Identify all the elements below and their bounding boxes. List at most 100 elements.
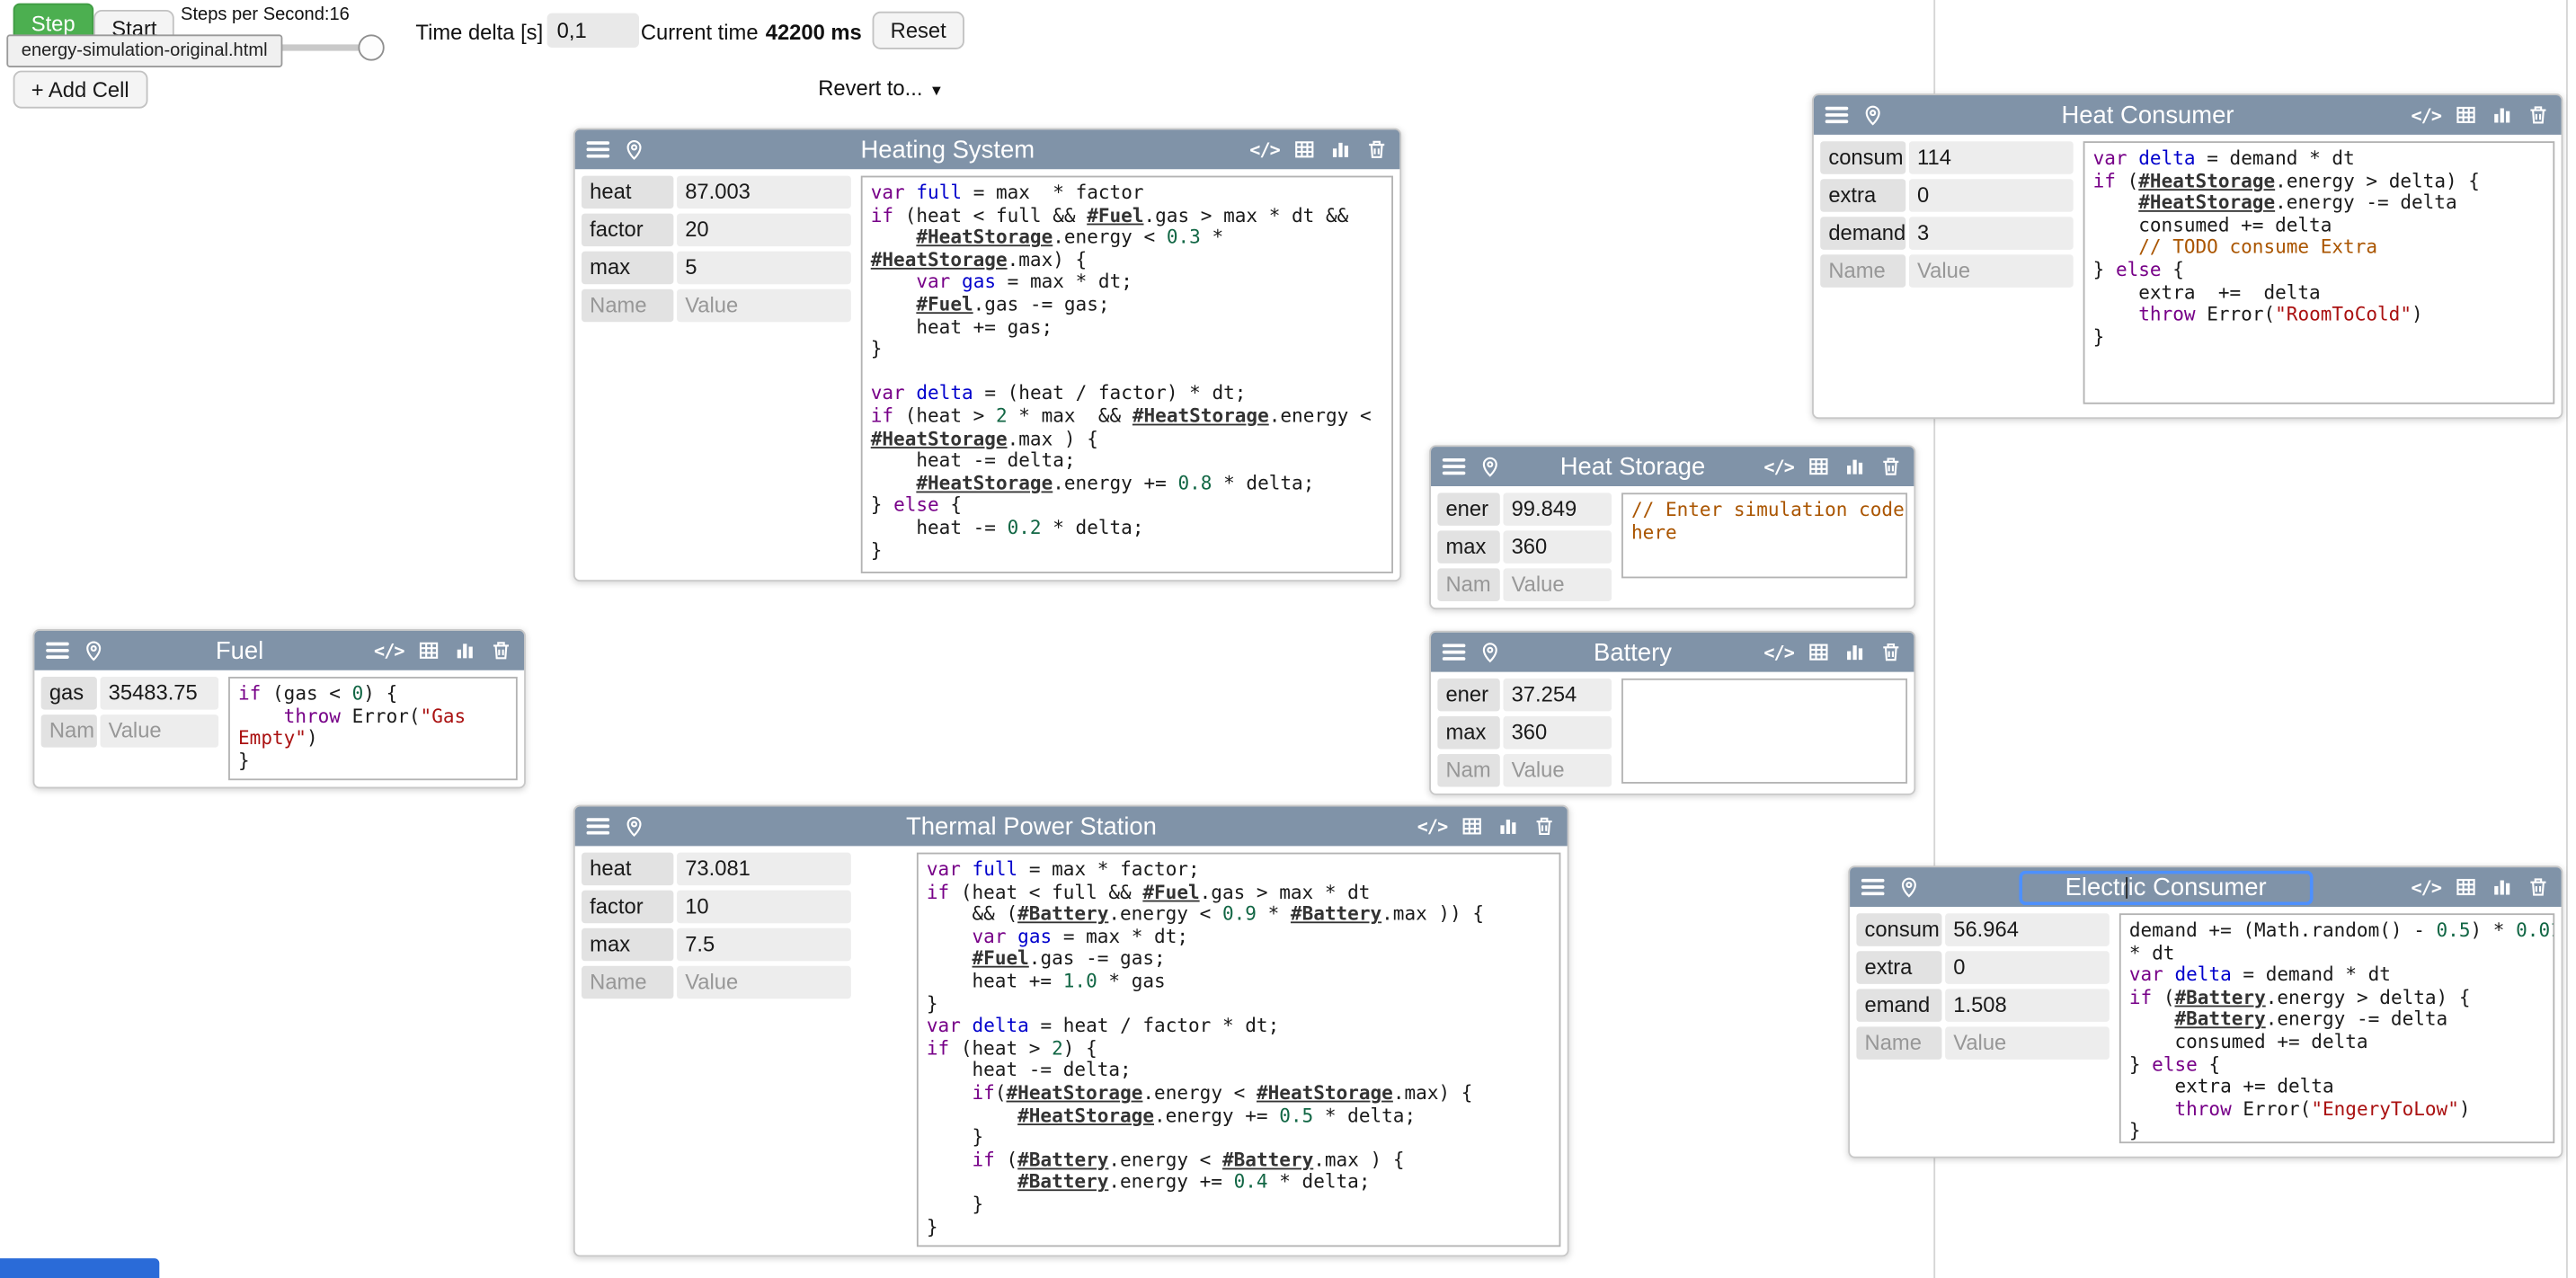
variable-value-input[interactable]: 114	[1909, 141, 2074, 174]
menu-icon[interactable]	[1825, 102, 1849, 127]
code-view-icon[interactable]: </>	[1763, 454, 1794, 478]
time-delta-input[interactable]: 0,1	[547, 13, 639, 48]
panel-title[interactable]: Heat Consumer	[1896, 101, 2399, 129]
panel-header[interactable]: Battery </>	[1431, 633, 1914, 672]
variable-name-input[interactable]: max	[582, 252, 673, 285]
variable-value-input[interactable]: 5	[677, 252, 851, 285]
code-editor[interactable]	[1621, 679, 1907, 784]
table-view-icon[interactable]	[2453, 874, 2477, 899]
variable-value-input[interactable]: Value	[100, 714, 218, 748]
chart-view-icon[interactable]	[1328, 138, 1352, 162]
variable-value-input[interactable]: Value	[1503, 754, 1612, 787]
trash-icon[interactable]	[2525, 874, 2549, 899]
reset-button[interactable]: Reset	[873, 12, 964, 49]
variable-name-input[interactable]: extra	[1820, 179, 1905, 212]
location-pin-icon[interactable]	[1477, 640, 1501, 664]
variable-value-input[interactable]: 99.849	[1503, 493, 1612, 526]
variable-value-input[interactable]: 0	[1945, 951, 2110, 984]
location-pin-icon[interactable]	[1860, 102, 1884, 127]
panel-title[interactable]: Heating System	[657, 136, 1238, 164]
chart-view-icon[interactable]	[1842, 640, 1866, 664]
variable-value-input[interactable]: Value	[1503, 568, 1612, 601]
code-editor[interactable]: if (gas < 0) { throw Error("GasEmpty")}	[228, 677, 518, 780]
variable-name-input[interactable]: factor	[582, 891, 673, 924]
panel-header[interactable]: Heat Consumer </>	[1814, 95, 2562, 135]
variable-value-input[interactable]: 0	[1909, 179, 2074, 212]
variable-value-input[interactable]: 35483.75	[100, 677, 218, 710]
code-view-icon[interactable]: </>	[1249, 138, 1280, 162]
menu-icon[interactable]	[587, 814, 610, 839]
menu-icon[interactable]	[1443, 454, 1466, 478]
code-view-icon[interactable]: </>	[1417, 814, 1448, 839]
location-pin-icon[interactable]	[621, 814, 645, 839]
variable-name-input[interactable]: emand	[1856, 989, 1941, 1022]
menu-icon[interactable]	[46, 638, 69, 662]
add-cell-button[interactable]: + Add Cell	[13, 71, 147, 109]
panel-title[interactable]: Fuel	[117, 636, 362, 664]
code-view-icon[interactable]: </>	[2412, 102, 2442, 127]
variable-name-input[interactable]: extra	[1856, 951, 1941, 984]
chart-view-icon[interactable]	[1842, 454, 1866, 478]
location-pin-icon[interactable]	[621, 138, 645, 162]
code-editor[interactable]: demand += (Math.random() - 0.5) * 0.01* …	[2119, 913, 2554, 1143]
variable-name-input[interactable]: Name	[1856, 1026, 1941, 1060]
variable-name-input[interactable]: Name	[582, 289, 673, 323]
variable-value-input[interactable]: 360	[1503, 530, 1612, 564]
variable-name-input[interactable]: heat	[582, 176, 673, 209]
trash-icon[interactable]	[1364, 138, 1388, 162]
variable-name-input[interactable]: gas	[41, 677, 97, 710]
code-view-icon[interactable]: </>	[1763, 640, 1794, 664]
code-editor[interactable]: var full = max * factor;if (heat < full …	[917, 853, 1560, 1247]
panel-header[interactable]: Thermal Power Station </>	[575, 806, 1568, 846]
variable-name-input[interactable]: factor	[582, 214, 673, 247]
table-view-icon[interactable]	[1806, 454, 1830, 478]
slider-thumb[interactable]	[358, 34, 384, 60]
table-view-icon[interactable]	[415, 638, 440, 662]
variable-name-input[interactable]: consum	[1856, 913, 1941, 946]
variable-name-input[interactable]: demand	[1820, 217, 1905, 250]
variable-name-input[interactable]: ener	[1437, 679, 1499, 712]
menu-icon[interactable]	[1861, 874, 1885, 899]
trash-icon[interactable]	[2525, 102, 2549, 127]
location-pin-icon[interactable]	[81, 638, 105, 662]
variable-name-input[interactable]: Name	[582, 966, 673, 999]
chart-view-icon[interactable]	[1495, 814, 1519, 839]
location-pin-icon[interactable]	[1896, 874, 1920, 899]
panel-title[interactable]: Battery	[1513, 638, 1752, 666]
code-editor[interactable]: // Enter simulation codehere	[1621, 493, 1907, 578]
variable-value-input[interactable]: 1.508	[1945, 989, 2110, 1022]
panel-header[interactable]: Electric Consumer </>	[1850, 867, 2561, 907]
variable-name-input[interactable]: Name	[1820, 254, 1905, 288]
variable-value-input[interactable]: Value	[1909, 254, 2074, 288]
variable-name-input[interactable]: max	[582, 928, 673, 962]
variable-name-input[interactable]: max	[1437, 716, 1499, 750]
panel-header[interactable]: Heating System </>	[575, 129, 1400, 169]
variable-value-input[interactable]: 87.003	[677, 176, 851, 209]
variable-value-input[interactable]: 360	[1503, 716, 1612, 750]
trash-icon[interactable]	[1878, 640, 1902, 664]
variable-value-input[interactable]: 7.5	[677, 928, 851, 962]
variable-value-input[interactable]: 20	[677, 214, 851, 247]
panel-title-input[interactable]: Electric Consumer	[2019, 870, 2312, 904]
code-view-icon[interactable]: </>	[2412, 874, 2442, 899]
panel-header[interactable]: Fuel </>	[34, 631, 524, 670]
panel-title[interactable]: Thermal Power Station	[657, 812, 1406, 840]
variable-value-input[interactable]: Value	[677, 289, 851, 323]
code-editor[interactable]: var full = max * factorif (heat < full &…	[861, 176, 1393, 573]
variable-name-input[interactable]: ener	[1437, 493, 1499, 526]
menu-icon[interactable]	[1443, 640, 1466, 664]
trash-icon[interactable]	[1878, 454, 1902, 478]
variable-value-input[interactable]: 3	[1909, 217, 2074, 250]
chart-view-icon[interactable]	[2489, 102, 2513, 127]
variable-name-input[interactable]: max	[1437, 530, 1499, 564]
panel-header[interactable]: Heat Storage </>	[1431, 447, 1914, 486]
menu-icon[interactable]	[587, 138, 610, 162]
trash-icon[interactable]	[1532, 814, 1556, 839]
table-view-icon[interactable]	[1459, 814, 1483, 839]
code-editor[interactable]: var delta = demand * dtif (#HeatStorage.…	[2083, 141, 2555, 404]
variable-value-input[interactable]: 10	[677, 891, 851, 924]
variable-value-input[interactable]: 73.081	[677, 853, 851, 886]
chart-view-icon[interactable]	[452, 638, 476, 662]
chart-view-icon[interactable]	[2489, 874, 2513, 899]
variable-name-input[interactable]: consum	[1820, 141, 1905, 174]
